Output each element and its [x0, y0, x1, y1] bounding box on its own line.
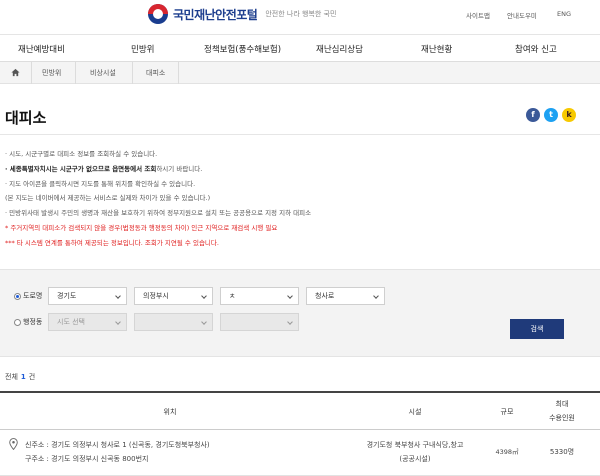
- road-name-radio[interactable]: [14, 292, 21, 300]
- english-link[interactable]: ENG: [557, 10, 571, 18]
- map-pin-icon[interactable]: [9, 438, 18, 450]
- old-address: 구주소 : 경기도 의정부시 신곡동 800번지: [25, 455, 149, 463]
- note-emphasis: · 세종특별자치시는 시군구가 없으므로 읍면동에서 조회: [5, 164, 157, 173]
- admin-dong-radio[interactable]: [14, 318, 21, 326]
- facility-type: (공공시설): [399, 455, 431, 463]
- chevron-down-icon: [373, 293, 379, 299]
- nav-policy-insurance[interactable]: 정책보험(풍수해보험): [204, 43, 281, 55]
- admin-dong-option[interactable]: 행정동: [14, 317, 42, 327]
- header-location: 위치: [163, 408, 177, 416]
- home-icon[interactable]: [11, 68, 20, 77]
- page-title: 대피소: [5, 109, 47, 127]
- road-sido-select[interactable]: 경기도: [48, 287, 127, 305]
- road-sigungu-select[interactable]: 의정부시: [134, 287, 213, 305]
- search-panel: 도로명 경기도 의정부시 ㅊ 청사로 행정동 시도 선택 검색: [0, 269, 600, 357]
- chevron-down-icon: [287, 319, 293, 325]
- logo-slogan: 안전한 나라 행복한 국민: [265, 10, 337, 18]
- nav-civil-defense[interactable]: 민방위: [131, 43, 154, 55]
- site-logo[interactable]: 국민재난안전포털 안전한 나라 행복한 국민: [148, 4, 336, 24]
- breadcrumb-shelter[interactable]: 대피소: [146, 62, 165, 84]
- chevron-down-icon: [287, 293, 293, 299]
- admin-sido-select[interactable]: 시도 선택: [48, 313, 127, 331]
- select-value: 시도 선택: [57, 318, 85, 326]
- info-notes: · 시도, 시군구별로 대피소 정보를 조회하실 수 있습니다. · 세종특별자…: [5, 147, 595, 251]
- admin-dong-label: 행정동: [23, 318, 43, 326]
- road-name-option[interactable]: 도로명: [14, 291, 42, 301]
- nav-disaster-status[interactable]: 재난현황: [421, 43, 452, 55]
- count-suffix: 건: [28, 373, 36, 381]
- logo-title: 국민재난안전포털: [173, 7, 258, 22]
- road-name-label: 도로명: [23, 292, 43, 300]
- chevron-down-icon: [115, 319, 121, 325]
- road-initial-select[interactable]: ㅊ: [220, 287, 299, 305]
- select-value: 의정부시: [143, 292, 169, 300]
- new-address: 신주소 : 경기도 의정부시 청사로 1 (신곡동, 경기도청북부청사): [25, 441, 210, 449]
- admin-dong-select[interactable]: [220, 313, 299, 331]
- shelter-table: 위치 시설 규모 최대 수용인원 신주소 : 경기도 의정부시 청사로 1 (신…: [0, 391, 600, 476]
- note-text: 하시기 바랍니다.: [156, 164, 203, 173]
- facebook-share-icon[interactable]: f: [526, 108, 540, 122]
- breadcrumb-civil-defense[interactable]: 민방위: [42, 62, 61, 84]
- chevron-down-icon: [201, 293, 207, 299]
- taegeuk-emblem-icon: [148, 4, 168, 24]
- select-value: ㅊ: [229, 292, 236, 300]
- select-value: 경기도: [57, 292, 77, 300]
- table-row: 신주소 : 경기도 의정부시 청사로 1 (신곡동, 경기도청북부청사) 구주소…: [0, 430, 600, 476]
- breadcrumb-emergency-facilities[interactable]: 비상시설: [90, 62, 116, 84]
- chevron-down-icon: [115, 293, 121, 299]
- count-prefix: 전체: [5, 373, 18, 381]
- nav-participation[interactable]: 참여와 신고: [515, 43, 557, 55]
- chevron-down-icon: [201, 319, 207, 325]
- kakaostory-share-icon[interactable]: k: [562, 108, 576, 122]
- header-facility: 시설: [408, 408, 422, 416]
- facility-name: 경기도청 북부청사 구내식당,창고: [366, 441, 464, 449]
- twitter-share-icon[interactable]: t: [544, 108, 558, 122]
- select-value: 청사로: [315, 292, 335, 300]
- header-size: 규모: [500, 408, 514, 416]
- facility-size: 4398㎡: [495, 448, 519, 456]
- warning-note: * 주거지역의 대피소가 검색되지 않을 경우(법정동과 행정동의 차이) 인근…: [5, 223, 278, 232]
- note-item: · 민방위사태 발생시 주민의 생명과 재산을 보호하기 위하여 정부지원으로 …: [5, 209, 312, 218]
- search-button[interactable]: 검색: [510, 319, 564, 339]
- site-header: 국민재난안전포털 안전한 나라 행복한 국민 사이트맵 안내도우미 ENG: [0, 0, 600, 34]
- note-item: (본 지도는 네이버에서 제공하는 서비스로 실제와 차이가 있을 수 있습니다…: [5, 194, 211, 203]
- road-name-select[interactable]: 청사로: [306, 287, 385, 305]
- main-navigation: 재난예방대비 민방위 정책보험(풍수해보험) 재난심리상담 재난현황 참여와 신…: [0, 34, 600, 62]
- table-header: 위치 시설 규모 최대 수용인원: [0, 391, 600, 430]
- header-capacity-2: 수용인원: [549, 414, 575, 422]
- admin-sigungu-select[interactable]: [134, 313, 213, 331]
- note-item: · 지도 아이콘을 클릭하시면 지도를 통해 위치를 확인하실 수 있습니다.: [5, 179, 196, 188]
- note-item: · 세종특별자치시는 시군구가 없으므로 읍면동에서 조회하시기 바랍니다.: [5, 162, 595, 177]
- count-value: 1: [20, 373, 26, 381]
- guide-link[interactable]: 안내도우미: [507, 10, 537, 20]
- note-item: · 시도, 시군구별로 대피소 정보를 조회하실 수 있습니다.: [5, 150, 158, 158]
- nav-disaster-prevention[interactable]: 재난예방대비: [18, 43, 65, 55]
- facility-capacity: 5330명: [549, 448, 575, 456]
- breadcrumb: 민방위 비상시설 대피소: [0, 62, 600, 84]
- sitemap-link[interactable]: 사이트맵: [466, 10, 490, 20]
- result-count: 전체 1 건: [5, 372, 35, 382]
- header-capacity-1: 최대: [555, 400, 569, 408]
- warning-note: *** 타 시스템 연계를 통하여 제공되는 정보입니다. 조회가 지연될 수 …: [5, 238, 219, 247]
- title-divider: [0, 134, 600, 135]
- nav-disaster-counseling[interactable]: 재난심리상담: [316, 43, 363, 55]
